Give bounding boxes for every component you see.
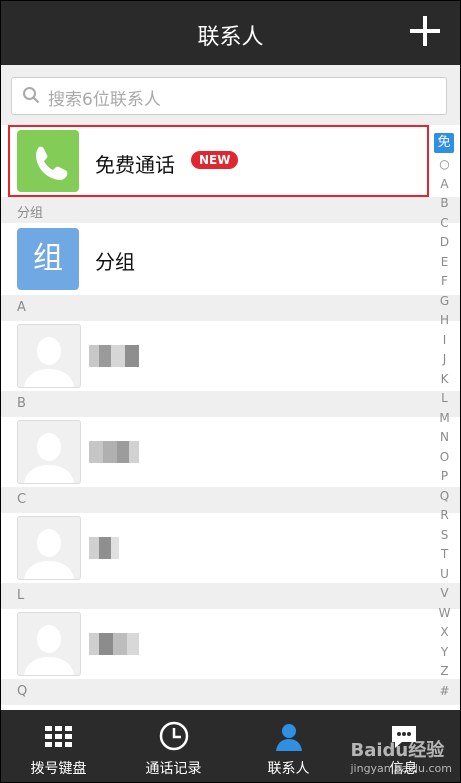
- person-icon: [276, 724, 302, 751]
- default-avatar-icon: [24, 433, 74, 483]
- index-letter[interactable]: D: [429, 235, 460, 249]
- index-letter[interactable]: E: [429, 255, 460, 269]
- index-letter[interactable]: G: [429, 294, 460, 308]
- contact-row[interactable]: [1, 417, 421, 487]
- search-placeholder: 搜索6位联系人: [48, 90, 161, 110]
- search-bar: 搜索6位联系人: [1, 65, 460, 125]
- section-header-l: L: [1, 583, 460, 609]
- index-letter[interactable]: H: [429, 313, 460, 327]
- contact-row[interactable]: [1, 609, 421, 679]
- group-tile: 组: [17, 228, 79, 290]
- index-letter[interactable]: N: [429, 430, 460, 444]
- group-row[interactable]: 组 分组: [1, 223, 421, 295]
- default-avatar-icon: [24, 337, 74, 387]
- index-letter[interactable]: P: [429, 469, 460, 483]
- alphabet-index[interactable]: 免 ○ A B C D E F G H I J K L M N O P Q R S T U V W X Y Z #: [429, 125, 460, 710]
- bottom-tab-bar: 拨号键盘 通话记录 联系人 信息 Baidu经验 jingyan.baidu.c…: [1, 710, 460, 782]
- contact-row[interactable]: [1, 513, 421, 583]
- index-letter[interactable]: J: [429, 352, 460, 366]
- avatar: [17, 420, 81, 484]
- index-letter[interactable]: Y: [429, 645, 460, 659]
- index-letter[interactable]: T: [429, 547, 460, 561]
- avatar: [17, 324, 81, 388]
- index-letter[interactable]: K: [429, 372, 460, 386]
- watermark: Baidu经验 jingyan.baidu.com: [350, 740, 452, 775]
- section-header-group: 分组: [1, 197, 460, 223]
- section-header-c: C: [1, 487, 460, 513]
- tab-contacts[interactable]: 联系人: [231, 710, 346, 782]
- index-letter[interactable]: W: [429, 606, 460, 620]
- highlight-box: [8, 125, 429, 197]
- index-letter[interactable]: ○: [429, 157, 460, 171]
- top-bar: 联系人: [1, 1, 460, 65]
- contact-row[interactable]: [1, 321, 421, 391]
- section-header-b: B: [1, 391, 460, 417]
- section-header-q: Q: [1, 679, 460, 705]
- blurred-name: [89, 345, 139, 367]
- search-icon: [23, 87, 40, 104]
- index-free-call[interactable]: 免: [434, 133, 454, 153]
- section-header-a: A: [1, 295, 460, 321]
- index-letter[interactable]: B: [429, 196, 460, 210]
- index-letter[interactable]: R: [429, 508, 460, 522]
- default-avatar-icon: [24, 529, 74, 579]
- avatar: [17, 516, 81, 580]
- dialpad-icon: [45, 726, 72, 747]
- blurred-name: [89, 441, 139, 463]
- index-letter[interactable]: L: [429, 391, 460, 405]
- search-input[interactable]: 搜索6位联系人: [11, 77, 447, 115]
- clock-icon: [159, 721, 189, 751]
- default-avatar-icon: [24, 625, 74, 675]
- blurred-name: [89, 633, 139, 655]
- app-frame: 联系人 搜索6位联系人 免费通话 NEW 分组 组 分组 A B C L Q 免…: [0, 0, 461, 783]
- index-letter[interactable]: O: [429, 450, 460, 464]
- index-letter[interactable]: F: [429, 274, 460, 288]
- avatar: [17, 612, 81, 676]
- group-label: 分组: [95, 250, 135, 274]
- index-letter[interactable]: U: [429, 567, 460, 581]
- tab-call-log[interactable]: 通话记录: [116, 710, 231, 782]
- index-letter[interactable]: C: [429, 216, 460, 230]
- tab-contacts-label: 联系人: [267, 761, 310, 777]
- tab-call-log-label: 通话记录: [145, 761, 202, 777]
- index-letter[interactable]: Z: [429, 664, 460, 678]
- index-letter[interactable]: #: [429, 684, 460, 698]
- page-title: 联系人: [197, 25, 264, 50]
- index-letter[interactable]: X: [429, 625, 460, 639]
- index-letter[interactable]: I: [429, 333, 460, 347]
- tab-dialpad[interactable]: 拨号键盘: [1, 710, 116, 782]
- index-letter[interactable]: A: [429, 177, 460, 191]
- blurred-name: [89, 537, 119, 559]
- tab-dialpad-label: 拨号键盘: [30, 761, 87, 777]
- index-letter[interactable]: M: [429, 411, 460, 425]
- contact-list[interactable]: 免费通话 NEW 分组 组 分组 A B C L Q: [1, 125, 460, 710]
- plus-icon[interactable]: [408, 14, 442, 48]
- index-letter[interactable]: V: [429, 586, 460, 600]
- index-letter[interactable]: S: [429, 528, 460, 542]
- index-letter[interactable]: Q: [429, 489, 460, 503]
